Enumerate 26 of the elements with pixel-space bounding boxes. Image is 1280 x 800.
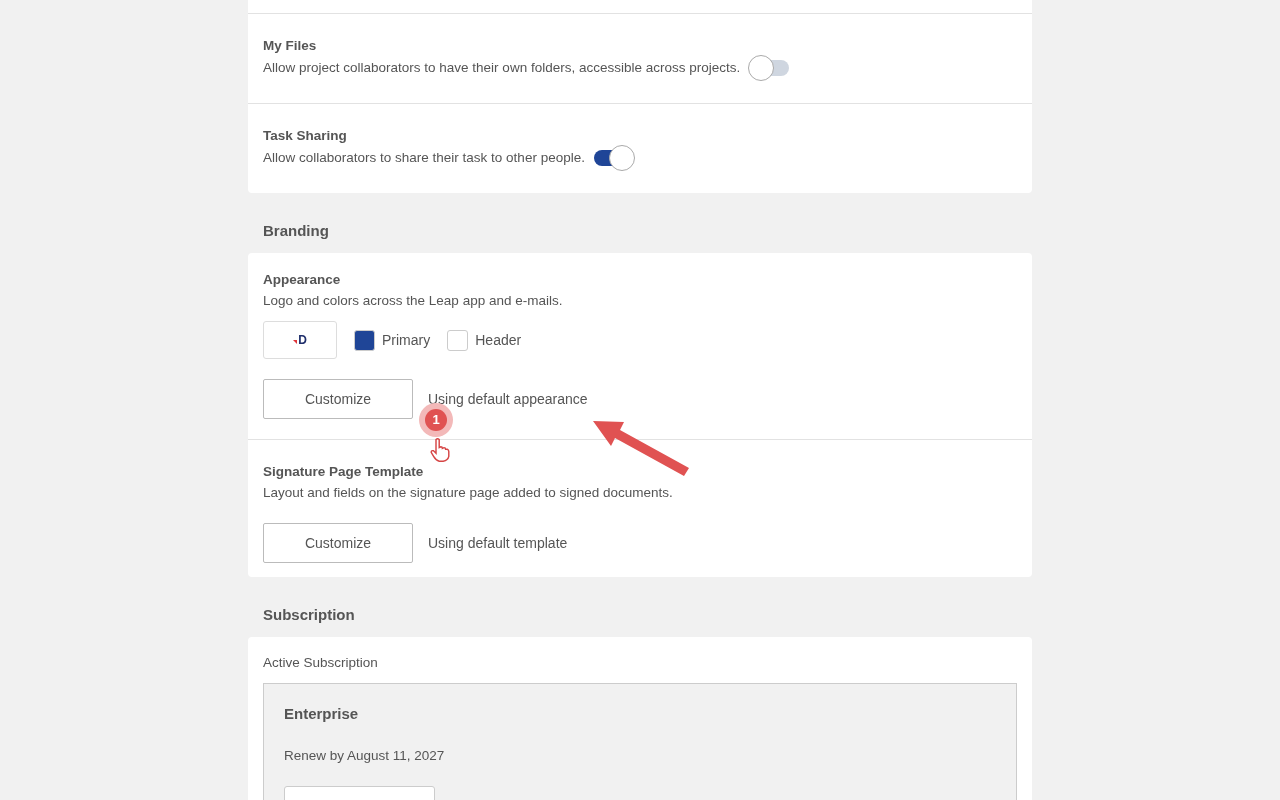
swatch-label: Header	[475, 330, 522, 350]
setting-title: Task Sharing	[263, 127, 348, 145]
setting-description: Logo and colors across the Leap app and e-mails.	[263, 292, 564, 310]
setting-title: Appearance	[263, 271, 341, 289]
setting-description: Allow project collaborators to have their own folders, accessible across projects.	[263, 59, 741, 77]
pointer-hand-icon	[430, 438, 450, 462]
toggle-switch[interactable]	[592, 145, 635, 171]
setting-title: My Files	[263, 37, 318, 55]
logo-mark-icon	[293, 340, 298, 344]
setting-description: Layout and fields on the signature page added to signed documents.	[263, 484, 674, 502]
section-heading: Branding	[262, 221, 330, 241]
section-heading: Subscription	[262, 605, 356, 625]
customize-button[interactable]: Customize	[263, 523, 413, 563]
customize-button[interactable]: Customize	[263, 379, 413, 419]
renewal-date: Renew by August 11, 2027	[284, 747, 446, 765]
setting-title: Signature Page Template	[263, 463, 424, 481]
subscription-label: Active Subscription	[263, 654, 379, 672]
plan-name: Enterprise	[284, 704, 360, 724]
swatch-label: Primary	[382, 330, 431, 350]
status-text: Using default template	[428, 533, 568, 553]
logo-letter: D	[298, 332, 307, 349]
color-swatch[interactable]	[354, 329, 375, 351]
toggle-switch[interactable]	[748, 55, 791, 81]
setting-description: Allow collaborators to share their task to other people.	[263, 149, 585, 167]
color-swatch[interactable]	[447, 329, 469, 351]
logo-preview[interactable]: D	[263, 321, 337, 359]
